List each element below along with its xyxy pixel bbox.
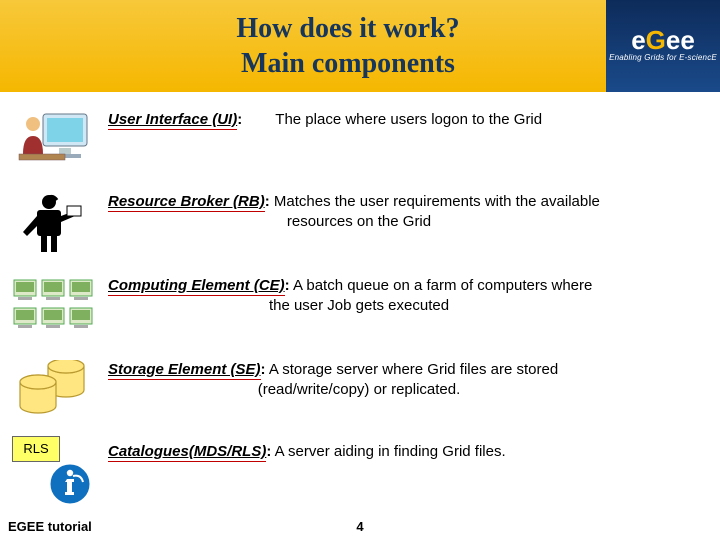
cat-text: Catalogues(MDS/RLS): A server aiding in … <box>108 442 710 462</box>
cat-term: Catalogues(MDS/RLS) <box>108 443 266 460</box>
rb-term: Resource Broker (RB) <box>108 193 265 210</box>
row-ce: Computing Element (CE): A batch queue on… <box>0 276 710 336</box>
rls-chip: RLS <box>12 436 60 462</box>
info-icon <box>48 462 92 506</box>
ui-desc: The place where users logon to the Grid <box>275 111 542 128</box>
ui-term: User Interface (UI) <box>108 111 237 128</box>
se-term: Storage Element (SE) <box>108 361 261 378</box>
row-ui: User Interface (UI): The place where use… <box>0 110 710 172</box>
rb-desc-a: Matches the user requirements with the a… <box>270 193 600 210</box>
row-cat: Catalogues(MDS/RLS): A server aiding in … <box>0 442 710 462</box>
ce-desc-b: the user Job gets executed <box>8 296 710 316</box>
logo-tagline: Enabling Grids for E-sciencE <box>609 54 717 63</box>
rb-desc-b: resources on the Grid <box>8 212 710 232</box>
ui-icon <box>0 110 108 172</box>
egee-logo: eGee Enabling Grids for E-sciencE <box>606 0 720 92</box>
row-rb: Resource Broker (RB): Matches the user r… <box>0 192 710 256</box>
row-se: Storage Element (SE): A storage server w… <box>0 360 710 422</box>
title-line-1: How does it work? <box>90 11 606 46</box>
se-desc-b: (read/write/copy) or replicated. <box>8 380 710 400</box>
ui-text: User Interface (UI): The place where use… <box>108 110 710 130</box>
footer-left: EGEE tutorial <box>0 519 92 534</box>
slide-body: User Interface (UI): The place where use… <box>0 92 720 512</box>
slide-footer: EGEE tutorial 4 <box>0 512 720 540</box>
slide-header: How does it work? Main components eGee E… <box>0 0 720 92</box>
ce-term: Computing Element (CE) <box>108 277 285 294</box>
title-block: How does it work? Main components <box>0 11 606 81</box>
se-text: Storage Element (SE): A storage server w… <box>108 360 710 401</box>
cat-desc: A server aiding in finding Grid files. <box>271 443 505 460</box>
title-line-2: Main components <box>90 46 606 81</box>
ce-text: Computing Element (CE): A batch queue on… <box>108 276 710 317</box>
se-desc-a: A storage server where Grid files are st… <box>266 361 559 378</box>
logo-text: eGee <box>631 29 695 52</box>
footer-page: 4 <box>356 519 363 534</box>
ce-desc-a: A batch queue on a farm of computers whe… <box>290 277 593 294</box>
rb-text: Resource Broker (RB): Matches the user r… <box>108 192 710 233</box>
